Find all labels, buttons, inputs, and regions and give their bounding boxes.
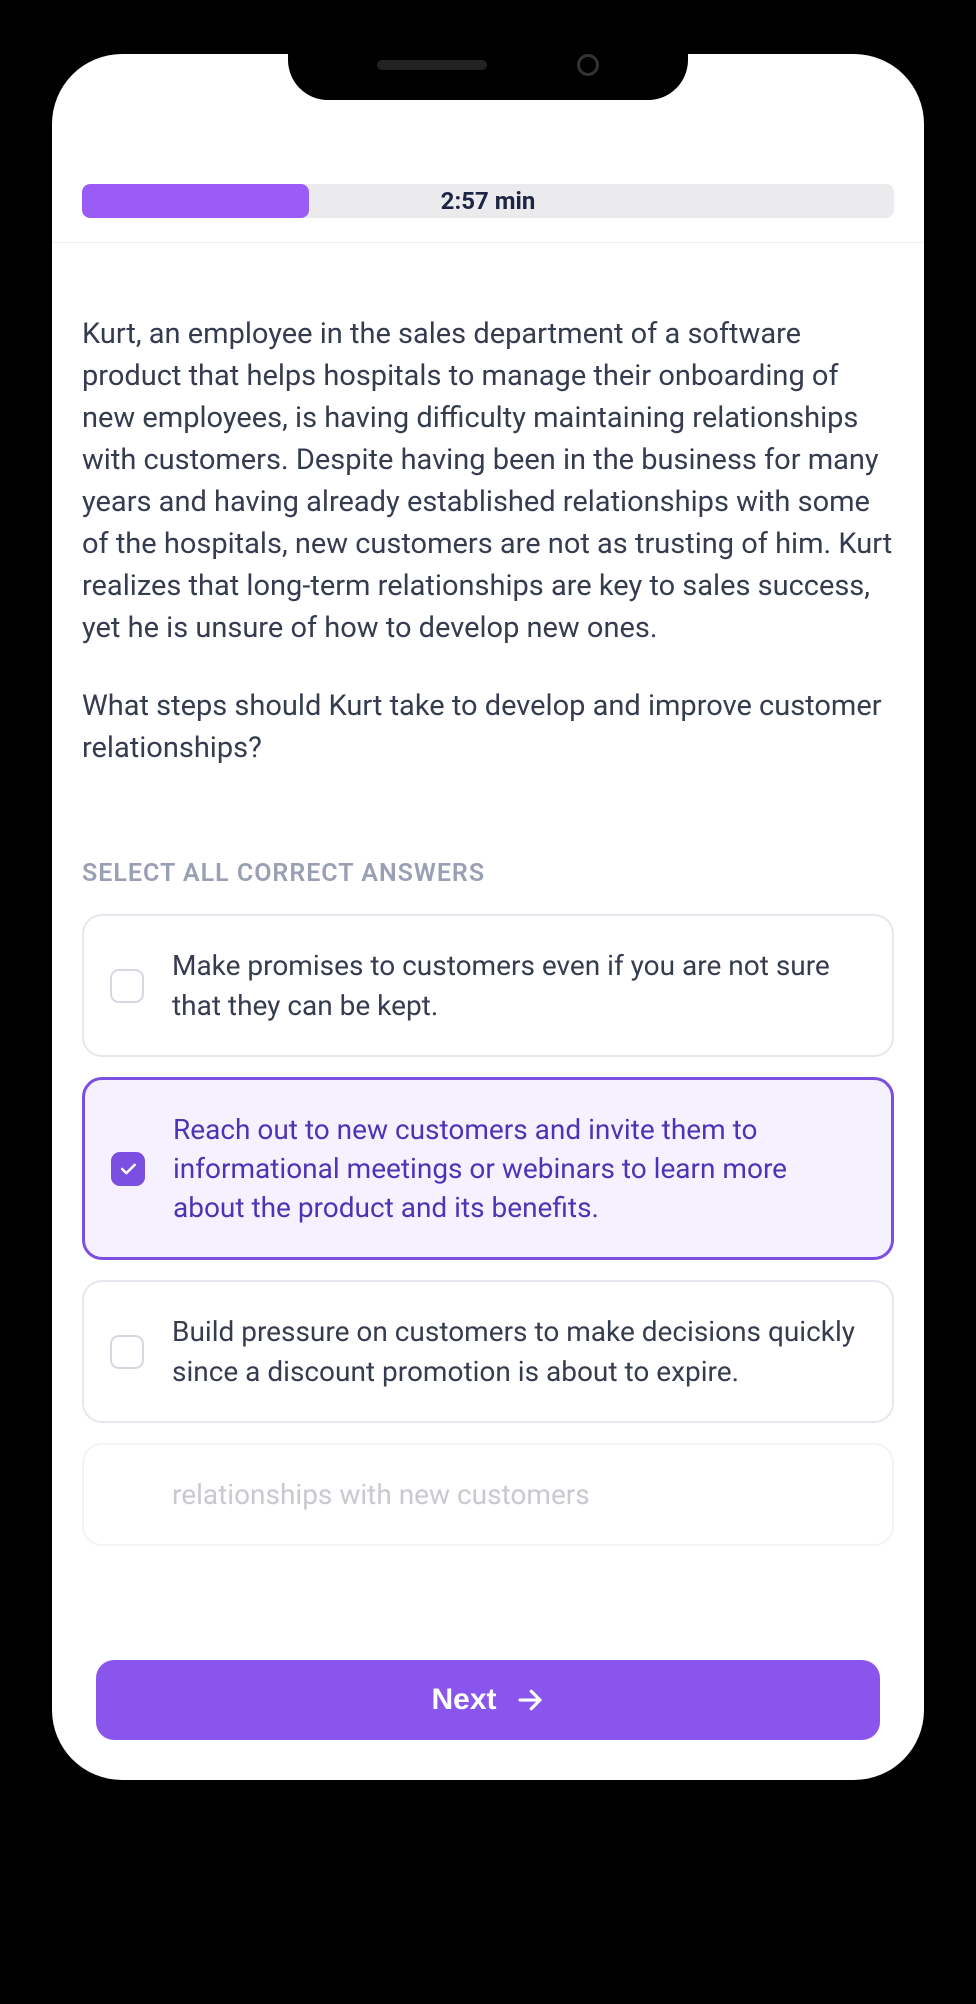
progress-bar: 2:57 min (82, 184, 894, 218)
option-text: Reach out to new customers and invite th… (173, 1110, 865, 1228)
arrow-right-icon (515, 1685, 545, 1715)
timer-label: 2:57 min (441, 187, 536, 215)
question-area: Kurt, an employee in the sales departmen… (52, 243, 924, 1780)
instruction-label: SELECT ALL CORRECT ANSWERS (82, 859, 894, 888)
notch-camera (577, 54, 599, 76)
phone-frame: 2:57 min Kurt, an employee in the sales … (0, 0, 976, 2004)
option-text: Build pressure on customers to make deci… (172, 1312, 866, 1390)
scenario-text: Kurt, an employee in the sales departmen… (82, 313, 894, 649)
next-button-container: Next (52, 1660, 924, 1740)
progress-fill (82, 184, 309, 218)
option-text: relationships with new customers (172, 1475, 590, 1514)
option-text: Make promises to customers even if you a… (172, 946, 866, 1024)
phone-notch (288, 30, 688, 100)
checkbox-icon (110, 969, 144, 1003)
checkbox-icon (111, 1152, 145, 1186)
option-3[interactable]: Build pressure on customers to make deci… (82, 1280, 894, 1422)
question-text: What steps should Kurt take to develop a… (82, 685, 894, 769)
screen: 2:57 min Kurt, an employee in the sales … (52, 54, 924, 1780)
option-4[interactable]: relationships with new customers (82, 1443, 894, 1546)
notch-speaker (377, 60, 487, 70)
checkbox-icon (110, 1335, 144, 1369)
option-2[interactable]: Reach out to new customers and invite th… (82, 1077, 894, 1261)
next-button-label: Next (431, 1683, 496, 1717)
option-1[interactable]: Make promises to customers even if you a… (82, 914, 894, 1056)
phone-body: 2:57 min Kurt, an employee in the sales … (28, 30, 948, 1804)
options-list: Make promises to customers even if you a… (82, 914, 894, 1546)
next-button[interactable]: Next (96, 1660, 880, 1740)
